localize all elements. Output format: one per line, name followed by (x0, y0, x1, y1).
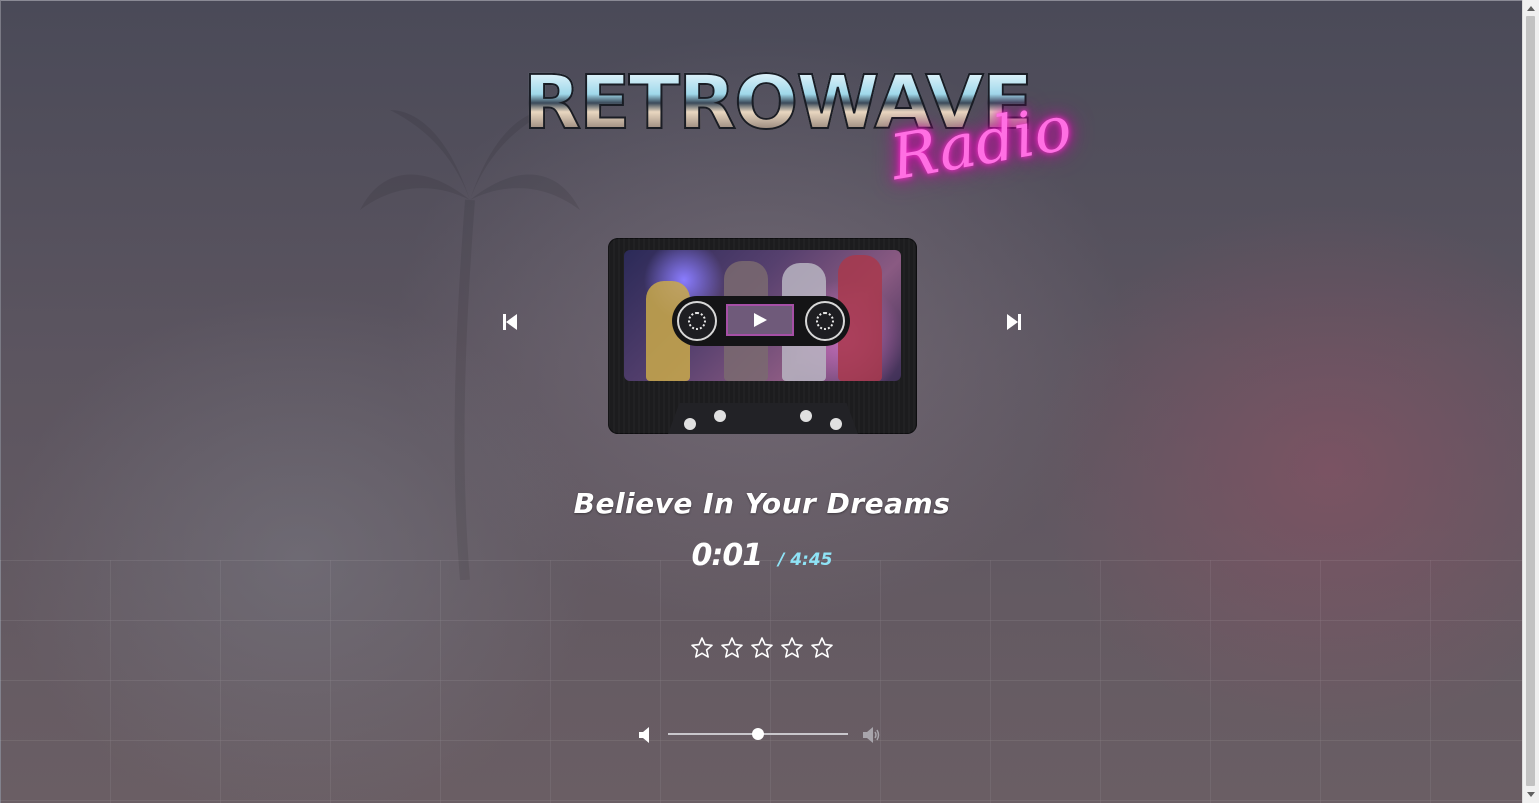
total-time: / 4:45 (778, 550, 833, 570)
right-reel-icon (805, 301, 845, 341)
scrollbar-thumb[interactable] (1526, 16, 1535, 786)
current-time: 0:01 (691, 538, 763, 573)
star-icon[interactable] (780, 636, 804, 660)
volume-low-icon[interactable] (638, 726, 656, 744)
track-time: 0:01 / 4:45 (520, 538, 1004, 573)
perspective-grid-background (0, 560, 1523, 803)
play-icon (754, 313, 767, 327)
left-reel-icon (677, 301, 717, 341)
scroll-up-icon[interactable] (1527, 6, 1535, 11)
next-track-button[interactable] (1005, 313, 1023, 331)
track-title: Believe In Your Dreams (573, 487, 951, 520)
rating-stars (690, 636, 834, 664)
previous-track-button[interactable] (501, 313, 519, 331)
star-icon[interactable] (810, 636, 834, 660)
volume-slider-handle[interactable] (752, 728, 764, 740)
cassette-bottom (668, 403, 858, 434)
volume-control (638, 724, 888, 746)
volume-slider-track[interactable] (668, 728, 848, 740)
star-icon[interactable] (720, 636, 744, 660)
retrowave-radio-logo: RETROWAVE Radio (522, 65, 1077, 206)
volume-high-icon[interactable] (862, 726, 880, 744)
vertical-scrollbar[interactable] (1522, 0, 1539, 803)
play-button[interactable] (726, 304, 794, 336)
star-icon[interactable] (690, 636, 714, 660)
scroll-down-icon[interactable] (1527, 792, 1535, 797)
star-icon[interactable] (750, 636, 774, 660)
skip-next-icon (1018, 314, 1021, 330)
cassette-player (608, 238, 917, 434)
tape-reel-window (672, 296, 850, 346)
